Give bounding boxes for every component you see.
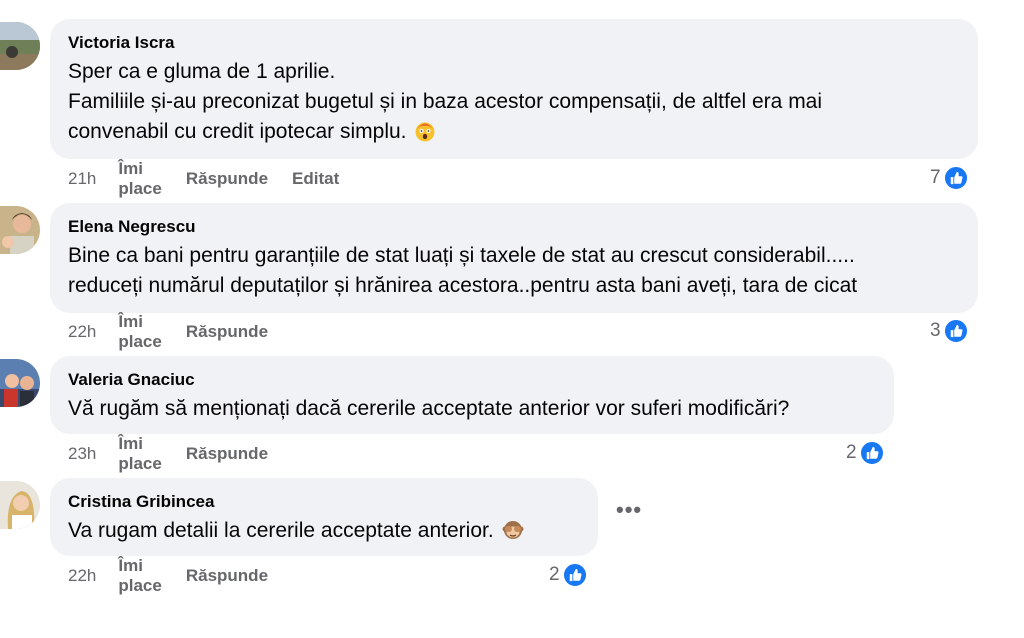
comment-text-line: Bine ca bani pentru garanțiile de stat l… [68, 244, 855, 267]
like-button[interactable]: Îmi place [118, 434, 161, 474]
avatar-photo-icon [0, 359, 40, 407]
comment-actions: 21h Îmi place Răspunde Editat [68, 159, 363, 198]
reactions-count: 2 [846, 442, 857, 463]
comment-timestamp[interactable]: 22h [68, 322, 96, 342]
comment-bubble: Valeria Gnaciuc Vă rugăm să menționați d… [50, 356, 894, 434]
like-button[interactable]: Îmi place [118, 159, 161, 199]
reactions-count: 3 [930, 320, 941, 341]
avatar[interactable] [0, 206, 40, 254]
comment-actions: 23h Îmi place Răspunde [68, 434, 292, 473]
reactions-summary[interactable]: 2 [549, 561, 588, 589]
like-reaction-icon [858, 440, 885, 466]
reactions-count: 7 [930, 167, 941, 188]
comment-text-line: convenabil cu credit ipotecar simplu. [68, 117, 958, 147]
edited-label[interactable]: Editat [292, 169, 339, 189]
like-reaction-icon [561, 562, 588, 588]
reply-button[interactable]: Răspunde [186, 322, 268, 342]
comment-text-line: Vă rugăm să menționați dacă cererile acc… [68, 397, 790, 420]
reply-button[interactable]: Răspunde [186, 566, 268, 586]
comment-author[interactable]: Cristina Gribincea [68, 492, 578, 512]
comment-text: Va rugam detalii la cererile acceptate a… [68, 519, 494, 542]
comment-actions: 22h Îmi place Răspunde [68, 312, 292, 351]
more-options-button[interactable]: ••• [616, 499, 641, 525]
avatar-photo-icon [0, 22, 40, 70]
comment-bubble: Victoria Iscra Sper ca e gluma de 1 apri… [50, 19, 978, 159]
comment-text: convenabil cu credit ipotecar simplu. [68, 120, 407, 143]
reply-button[interactable]: Răspunde [186, 169, 268, 189]
avatar-photo-icon [0, 206, 40, 254]
comment-actions: 22h Îmi place Răspunde [68, 556, 292, 595]
shocked-face-emoji-icon [415, 122, 435, 142]
comment-text-line: Va rugam detalii la cererile acceptate a… [68, 516, 578, 546]
comment-bubble: Elena Negrescu Bine ca bani pentru garan… [50, 203, 978, 313]
comment-author[interactable]: Valeria Gnaciuc [68, 370, 874, 390]
comment-timestamp[interactable]: 21h [68, 169, 96, 189]
comment-timestamp[interactable]: 22h [68, 566, 96, 586]
avatar[interactable] [0, 481, 40, 529]
comment-timestamp[interactable]: 23h [68, 444, 96, 464]
reply-button[interactable]: Răspunde [186, 444, 268, 464]
see-no-evil-monkey-emoji-icon [502, 521, 524, 539]
comment-bubble: Cristina Gribincea Va rugam detalii la c… [50, 478, 598, 556]
like-button[interactable]: Îmi place [118, 556, 161, 596]
comment-author[interactable]: Victoria Iscra [68, 33, 958, 53]
comment-author[interactable]: Elena Negrescu [68, 217, 958, 237]
avatar[interactable] [0, 22, 40, 70]
like-reaction-icon [942, 318, 969, 344]
reactions-summary[interactable]: 3 [930, 317, 969, 345]
avatar-photo-icon [0, 481, 40, 529]
comment-text-line: Sper ca e gluma de 1 aprilie. [68, 60, 336, 83]
reactions-summary[interactable]: 7 [930, 164, 969, 192]
avatar[interactable] [0, 359, 40, 407]
like-button[interactable]: Îmi place [118, 312, 161, 352]
reactions-summary[interactable]: 2 [846, 439, 885, 467]
like-reaction-icon [942, 165, 969, 191]
comment-text-line: Familiile și-au preconizat bugetul și in… [68, 90, 823, 113]
reactions-count: 2 [549, 564, 560, 585]
comment-text-line: reduceți numărul deputaților și hrănirea… [68, 274, 858, 297]
